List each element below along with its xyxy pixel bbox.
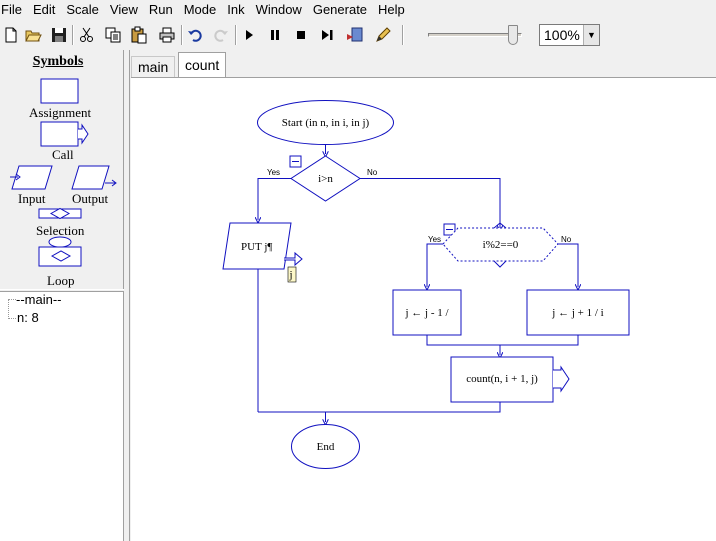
menu-mode[interactable]: Mode [183, 0, 224, 20]
call-arrow-icon [553, 365, 570, 393]
loop-label: Loop [47, 273, 75, 288]
undo-icon[interactable] [184, 24, 206, 46]
flowchart: Start (in n, in i, in j) i>n Yes No PUT … [222, 100, 630, 469]
play-icon[interactable] [238, 24, 260, 46]
menu-file[interactable]: File [0, 0, 29, 20]
menu-view[interactable]: View [109, 0, 145, 20]
new-icon[interactable] [0, 24, 22, 46]
assignment-j-plus-label: j ← j + 1 / i [551, 307, 603, 319]
toolbar-separator [181, 25, 183, 45]
toolbar-separator [235, 25, 237, 45]
tree-line [8, 318, 16, 319]
menu-run[interactable]: Run [148, 0, 180, 20]
decision-i-gt-n-label: i>n [318, 173, 333, 185]
no-label: No [561, 235, 572, 244]
flow-line-yes [258, 178, 291, 221]
menu-window[interactable]: Window [255, 0, 309, 20]
no-label: No [367, 168, 378, 177]
step-icon[interactable] [316, 24, 338, 46]
flowchart-canvas[interactable]: Start (in n, in i, in j) i>n Yes No PUT … [131, 77, 716, 541]
copy-icon[interactable] [102, 24, 124, 46]
call-label: Call [52, 147, 74, 162]
chevron-down-icon[interactable]: ▼ [583, 25, 599, 45]
decision-bottom-notch [493, 260, 507, 268]
toolbar-separator [402, 25, 404, 45]
menu-help[interactable]: Help [377, 0, 412, 20]
toolbar-separator [72, 25, 74, 45]
symbols-panel: Symbols Assignment Call Input Output Sel… [0, 50, 124, 290]
tab-main[interactable]: main [131, 56, 176, 78]
zoom-value: 100% [544, 27, 580, 43]
stop-icon[interactable] [290, 24, 312, 46]
app-window: File Edit Scale View Run Mode Ink Window… [0, 0, 716, 541]
pause-icon[interactable] [264, 24, 286, 46]
call-count-label: count(n, i + 1, j) [466, 373, 538, 385]
selection-label: Selection [36, 223, 85, 238]
call-symbol-arrow [78, 123, 89, 145]
open-icon[interactable] [22, 24, 44, 46]
menu-bar: File Edit Scale View Run Mode Ink Window… [0, 0, 716, 20]
ink-pen-icon[interactable] [372, 24, 394, 46]
tab-bar: main count [131, 50, 716, 78]
menu-edit[interactable]: Edit [32, 0, 62, 20]
toolbar: 100% ▼ [0, 20, 716, 50]
merge-line [258, 402, 501, 413]
end-label: End [317, 441, 335, 453]
tab-count[interactable]: count [178, 52, 227, 78]
decision-i-mod-2-label: i%2==0 [483, 239, 519, 251]
save-icon[interactable] [48, 24, 70, 46]
cut-icon[interactable] [76, 24, 98, 46]
tree-variable[interactable]: n: 8 [17, 310, 39, 325]
output-label: Output [72, 191, 109, 206]
flow-line-no [360, 178, 500, 229]
paste-icon[interactable] [128, 24, 150, 46]
zoom-select[interactable]: 100% ▼ [539, 24, 600, 46]
assignment-j-minus-label: j ← j - 1 / [404, 307, 449, 319]
flow-line-yes [427, 243, 443, 287]
call-symbol[interactable] [40, 121, 79, 147]
assignment-symbol[interactable] [40, 78, 79, 104]
redo-icon[interactable] [210, 24, 232, 46]
symbol-shapes [10, 78, 117, 267]
input-label: Input [18, 191, 46, 206]
start-label: Start (in n, in i, in j) [282, 117, 370, 129]
speed-slider-thumb[interactable] [507, 25, 518, 45]
flow-line-no [558, 243, 578, 287]
assignment-label: Assignment [29, 105, 92, 120]
yes-label: Yes [267, 168, 280, 177]
output-arrow-icon [284, 251, 303, 267]
vertical-splitter[interactable] [124, 50, 130, 541]
print-icon[interactable] [156, 24, 178, 46]
menu-ink[interactable]: Ink [226, 0, 251, 20]
yes-label: Yes [428, 235, 441, 244]
output-symbol[interactable] [71, 165, 110, 190]
comment-text: j [289, 269, 293, 281]
tree-line [8, 299, 9, 319]
menu-scale[interactable]: Scale [65, 0, 106, 20]
variables-panel: --main-- n: 8 [0, 292, 124, 541]
merge-line [426, 335, 579, 346]
tree-scope-main[interactable]: --main-- [16, 292, 62, 307]
output-label: PUT j¶ [241, 241, 272, 253]
menu-generate[interactable]: Generate [312, 0, 374, 20]
tree-line [8, 299, 16, 300]
compile-icon[interactable] [344, 24, 366, 46]
